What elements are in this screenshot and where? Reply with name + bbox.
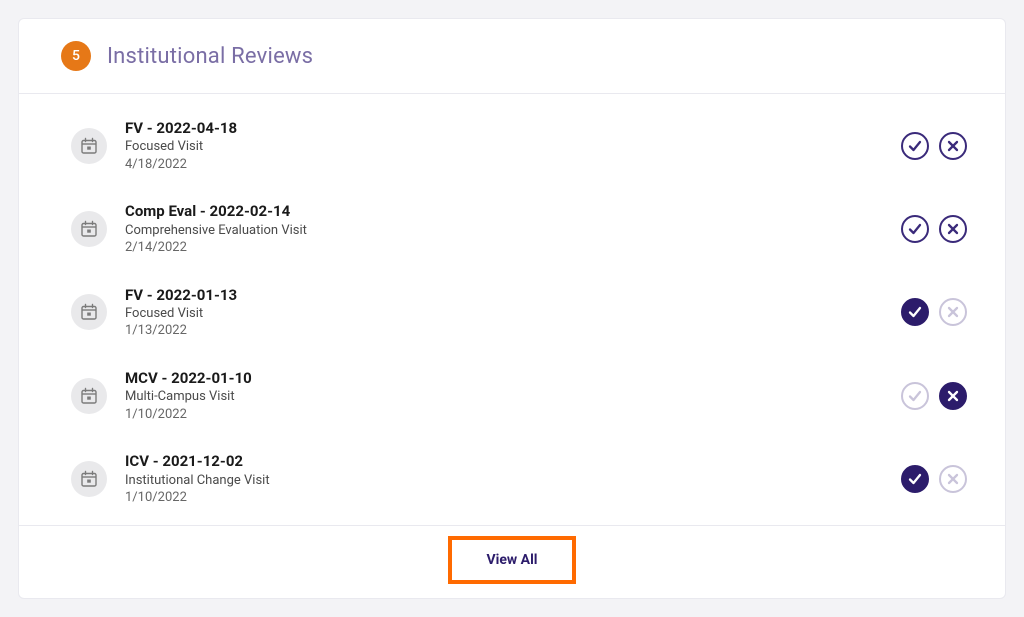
review-row: FV - 2022-04-18 Focused Visit 4/18/2022	[71, 104, 983, 187]
review-text: MCV - 2022-01-10 Multi-Campus Visit 1/10…	[107, 368, 901, 423]
reject-button	[939, 298, 967, 326]
calendar-icon	[71, 461, 107, 497]
approve-button[interactable]	[901, 132, 929, 160]
calendar-icon	[71, 128, 107, 164]
review-date: 1/10/2022	[125, 406, 901, 424]
card-header: 5 Institutional Reviews	[19, 19, 1005, 94]
review-title: MCV - 2022-01-10	[125, 368, 901, 388]
approve-button[interactable]	[901, 465, 929, 493]
review-row: Comp Eval - 2022-02-14 Comprehensive Eva…	[71, 187, 983, 270]
review-date: 1/13/2022	[125, 322, 901, 340]
review-text: FV - 2022-04-18 Focused Visit 4/18/2022	[107, 118, 901, 173]
review-title: Comp Eval - 2022-02-14	[125, 201, 901, 221]
review-subtitle: Institutional Change Visit	[125, 472, 901, 490]
reviews-list: FV - 2022-04-18 Focused Visit 4/18/2022 …	[19, 94, 1005, 525]
view-all-button[interactable]: View All	[454, 542, 570, 578]
review-date: 1/10/2022	[125, 489, 901, 507]
review-title: ICV - 2021-12-02	[125, 451, 901, 471]
review-text: FV - 2022-01-13 Focused Visit 1/13/2022	[107, 285, 901, 340]
reject-button[interactable]	[939, 382, 967, 410]
approve-button[interactable]	[901, 298, 929, 326]
review-subtitle: Comprehensive Evaluation Visit	[125, 222, 901, 240]
calendar-icon	[71, 378, 107, 414]
review-actions	[901, 298, 973, 326]
calendar-icon	[71, 294, 107, 330]
reject-button[interactable]	[939, 132, 967, 160]
review-title: FV - 2022-04-18	[125, 118, 901, 138]
review-row: FV - 2022-01-13 Focused Visit 1/13/2022	[71, 271, 983, 354]
step-badge: 5	[61, 41, 91, 71]
review-subtitle: Focused Visit	[125, 138, 901, 156]
review-date: 4/18/2022	[125, 156, 901, 174]
reject-button[interactable]	[939, 215, 967, 243]
approve-button	[901, 382, 929, 410]
review-text: Comp Eval - 2022-02-14 Comprehensive Eva…	[107, 201, 901, 256]
review-subtitle: Focused Visit	[125, 305, 901, 323]
review-text: ICV - 2021-12-02 Institutional Change Vi…	[107, 451, 901, 506]
review-actions	[901, 382, 973, 410]
review-actions	[901, 215, 973, 243]
review-actions	[901, 132, 973, 160]
card-footer: View All	[19, 525, 1005, 598]
approve-button[interactable]	[901, 215, 929, 243]
review-actions	[901, 465, 973, 493]
reject-button	[939, 465, 967, 493]
card-title: Institutional Reviews	[107, 44, 313, 69]
reviews-card: 5 Institutional Reviews FV - 2022-04-18 …	[18, 18, 1006, 599]
review-title: FV - 2022-01-13	[125, 285, 901, 305]
review-row: ICV - 2021-12-02 Institutional Change Vi…	[71, 437, 983, 520]
review-row: MCV - 2022-01-10 Multi-Campus Visit 1/10…	[71, 354, 983, 437]
view-all-highlight: View All	[448, 536, 576, 584]
review-subtitle: Multi-Campus Visit	[125, 388, 901, 406]
calendar-icon	[71, 211, 107, 247]
review-date: 2/14/2022	[125, 239, 901, 257]
